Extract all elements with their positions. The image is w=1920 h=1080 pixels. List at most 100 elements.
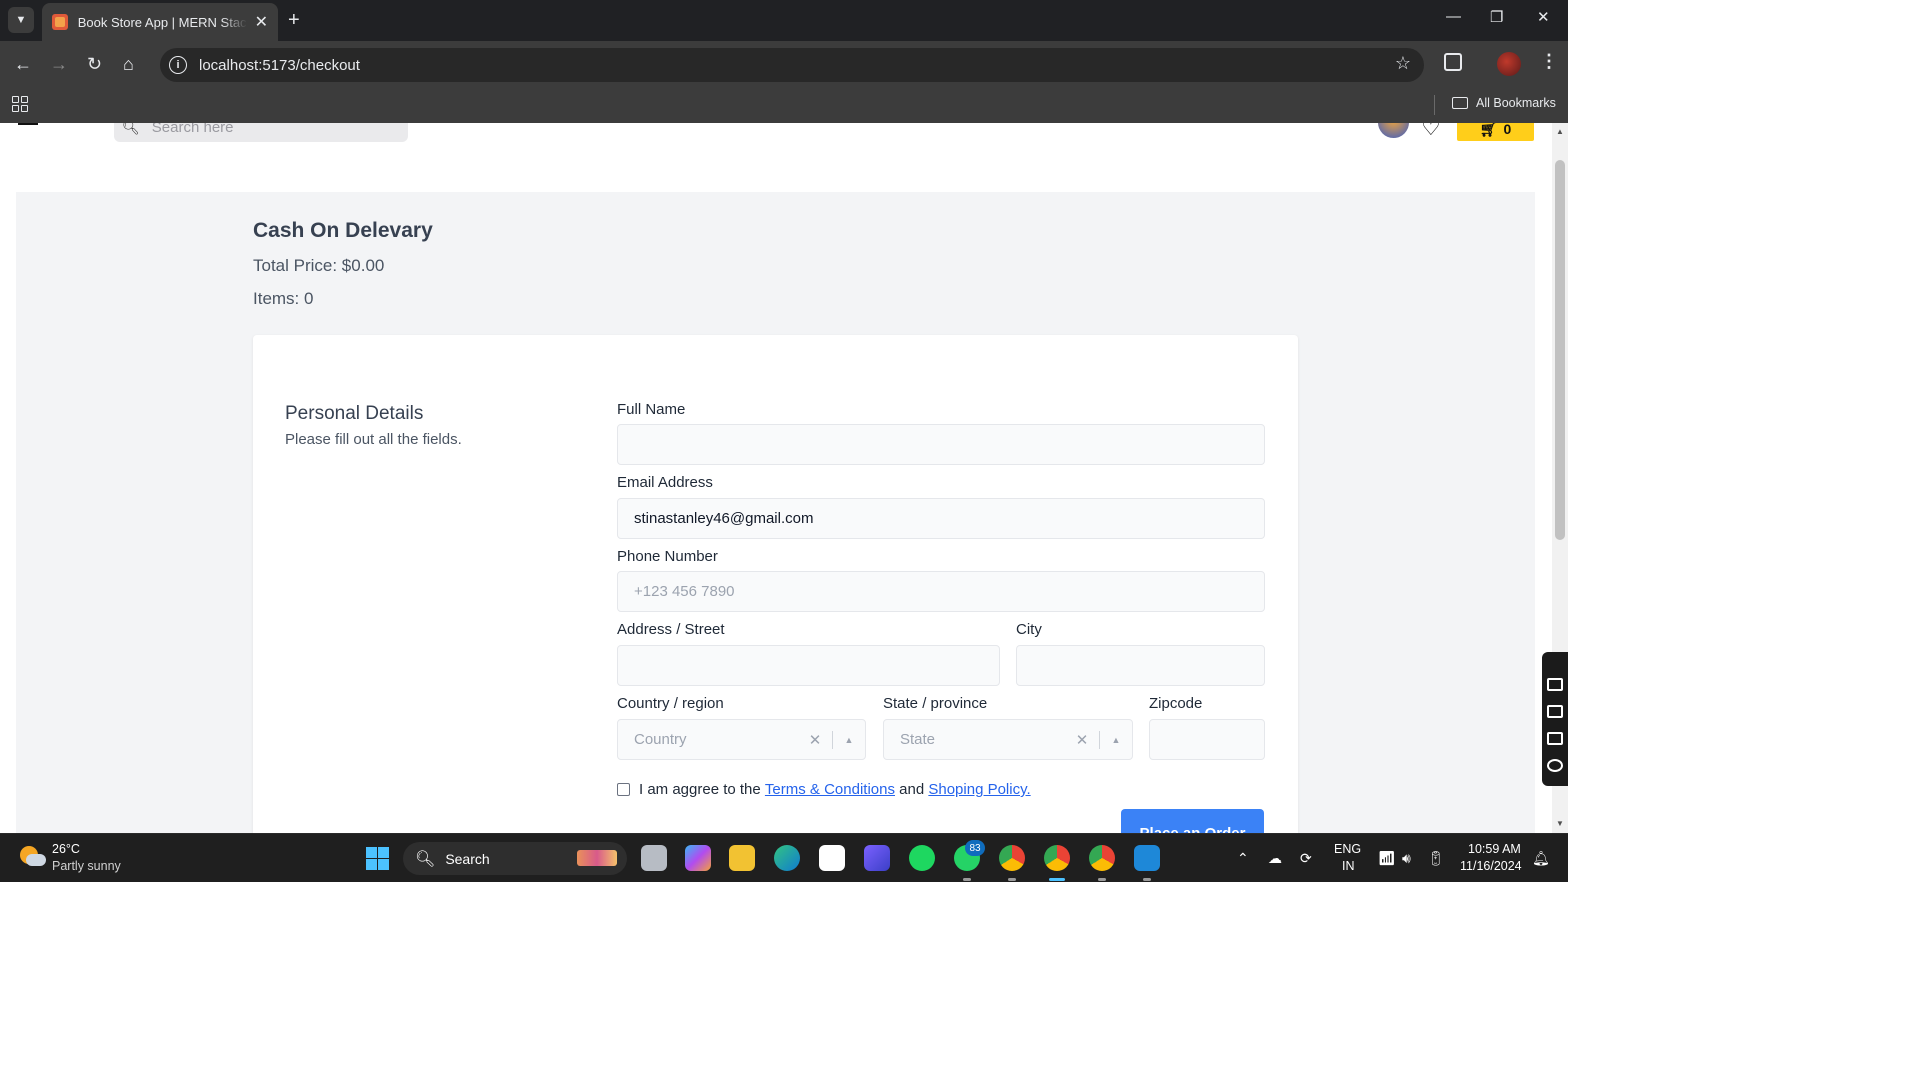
country-select-value: Country [634,731,687,748]
country-select[interactable]: Country ✕ ▲ [617,719,866,760]
task-view-icon[interactable] [641,845,667,871]
chrome-icon[interactable] [999,845,1025,871]
cart-icon: 🛒︎ [1479,123,1498,137]
tab-close-icon[interactable]: ✕ [255,12,268,32]
bookmark-star-icon[interactable]: ☆ [1395,53,1411,74]
camera-icon[interactable] [1547,678,1563,691]
microsoft-store-icon[interactable] [819,845,845,871]
settings-gear-icon[interactable] [1547,759,1563,772]
volume-icon[interactable]: 🔊︎ [1402,850,1411,867]
address-label: Address / Street [617,621,725,638]
cart-button[interactable]: 🛒︎ 0 [1457,123,1534,141]
phone-input[interactable] [617,571,1265,612]
personal-details-subtitle: Please fill out all the fields. [285,431,462,448]
checkout-section: Cash On Delevary Total Price: $0.00 Item… [16,192,1535,833]
copilot-icon[interactable] [685,845,711,871]
clock-time[interactable]: 10:59 AM [1468,842,1521,856]
clear-icon[interactable]: ✕ [1065,731,1099,749]
forward-arrow-icon[interactable]: → [50,52,68,76]
tab-search-button[interactable]: ▼ [8,7,34,33]
notification-bell-icon[interactable]: 🔔︎ [1532,850,1550,867]
start-button[interactable] [366,847,389,870]
reload-icon[interactable]: ↻ [87,52,102,76]
hamburger-menu-icon[interactable] [18,123,38,129]
whatsapp-badge: 83 [965,840,985,856]
email-input[interactable] [617,498,1265,539]
apps-grid-icon[interactable] [12,96,28,112]
battery-icon[interactable]: 🔋︎ [1427,850,1445,867]
bookmarks-bar: All Bookmarks [0,87,1568,123]
country-label: Country / region [617,695,724,712]
address-bar[interactable]: i localhost:5173/checkout ☆ [160,48,1424,82]
browser-tab-active[interactable]: Book Store App | MERN Stack Project ✕ [42,3,278,41]
language-indicator[interactable]: ENG [1334,842,1361,856]
search-icon: 🔍︎ [122,123,140,135]
url-text[interactable]: localhost:5173/checkout [199,57,360,74]
scroll-up-arrow-icon[interactable]: ▲ [1556,127,1564,136]
site-search-input[interactable] [151,123,392,136]
browser-tab-bar: ▼ Book Store App | MERN Stack Project ✕ … [0,0,1568,41]
chrome-active-icon[interactable] [1044,845,1070,871]
scroll-down-arrow-icon[interactable]: ▼ [1556,819,1564,828]
app-icon[interactable] [864,845,890,871]
zipcode-input[interactable] [1149,719,1265,760]
close-window-button[interactable]: ✕ [1537,8,1550,26]
policy-link[interactable]: Shoping Policy. [928,781,1030,798]
video-icon[interactable] [1547,705,1563,718]
chevron-up-icon[interactable]: ⌃ [1237,850,1249,867]
home-icon[interactable]: ⌂ [123,52,134,76]
site-info-icon[interactable]: i [169,56,187,74]
wifi-icon[interactable]: 📶︎ [1378,850,1396,867]
wishlist-heart-icon[interactable]: ♡ [1421,123,1441,141]
terms-agreement: I am aggree to the Terms & Conditions an… [617,781,1031,798]
sync-icon[interactable]: ⟳ [1300,850,1312,867]
city-input[interactable] [1016,645,1265,686]
taskbar-search[interactable]: 🔍︎ Search [403,842,627,875]
agree-text-middle: and [899,781,925,798]
file-explorer-icon[interactable] [729,845,755,871]
chevron-up-icon[interactable]: ▲ [833,735,865,745]
region-indicator[interactable]: IN [1342,859,1355,873]
extensions-icon[interactable] [1444,53,1462,71]
chrome-profile-icon[interactable] [1089,845,1115,871]
weather-icon[interactable] [18,844,46,870]
clock-date[interactable]: 11/16/2024 [1460,859,1522,873]
agree-checkbox[interactable] [617,783,630,796]
address-input[interactable] [617,645,1000,686]
back-arrow-icon[interactable]: ← [14,52,32,76]
page-viewport: 🔍︎ ♡ 🛒︎ 0 Cash On Delevary Total Price: … [0,123,1552,833]
email-label: Email Address [617,474,713,491]
window-capture-icon[interactable] [1547,732,1563,745]
edge-icon[interactable] [774,845,800,871]
full-name-input[interactable] [617,424,1265,465]
spotify-icon[interactable] [909,845,935,871]
site-favicon-icon [52,14,68,30]
state-select[interactable]: State ✕ ▲ [883,719,1133,760]
running-indicator [1143,878,1151,881]
page-title: Cash On Delevary [253,219,433,242]
clear-icon[interactable]: ✕ [798,731,832,749]
onedrive-icon[interactable]: ☁ [1268,850,1282,867]
terms-link[interactable]: Terms & Conditions [765,781,895,798]
all-bookmarks-button[interactable]: All Bookmarks [1452,96,1556,110]
scroll-thumb[interactable] [1555,160,1565,540]
browser-menu-icon[interactable]: ⋮ [1540,51,1558,72]
profile-avatar[interactable] [1497,52,1521,76]
weather-temperature[interactable]: 26°C [52,842,80,856]
state-label: State / province [883,695,988,712]
restore-button[interactable]: ❐ [1490,8,1503,26]
running-indicator [963,878,971,881]
city-label: City [1016,621,1042,638]
chevron-up-icon[interactable]: ▲ [1100,735,1132,745]
new-tab-button[interactable]: + [288,8,300,32]
checkout-form-card: Personal Details Please fill out all the… [253,335,1298,833]
vscode-icon[interactable] [1134,845,1160,871]
minimize-button[interactable]: — [1446,8,1461,25]
weather-description[interactable]: Partly sunny [52,859,121,873]
windows-taskbar: 26°C Partly sunny 🔍︎ Search 83 ⌃ ☁ ⟳ ENG… [0,833,1568,882]
running-indicator [1008,878,1016,881]
active-indicator [1049,878,1065,881]
place-order-button[interactable]: Place an Order [1121,809,1264,833]
user-avatar[interactable] [1378,123,1409,138]
state-select-value: State [900,731,936,748]
